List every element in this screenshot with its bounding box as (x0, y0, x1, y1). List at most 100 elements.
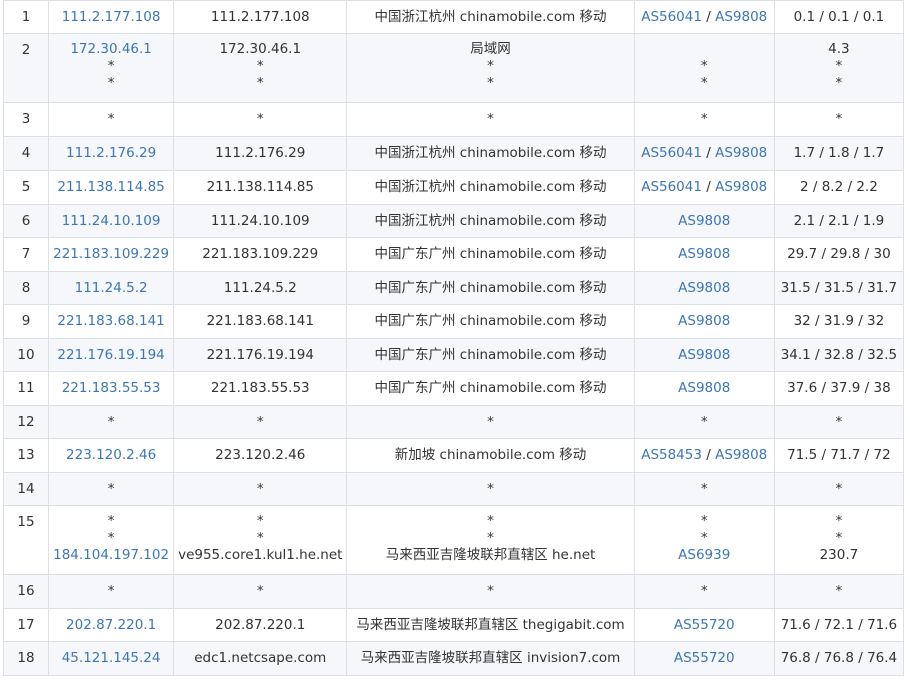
ip-link[interactable]: 184.104.197.102 (53, 547, 169, 563)
ip-line: * (49, 513, 173, 530)
ip-line: * (49, 75, 173, 92)
latency-line: 230.7 (775, 547, 903, 564)
asn-link[interactable]: AS56041 (641, 179, 702, 195)
ip-link[interactable]: 223.120.2.46 (66, 447, 156, 463)
table-row: 3 * * * * * (2, 102, 905, 137)
asn-line: AS58453 / AS9808 (635, 447, 774, 464)
asn-link[interactable]: AS9808 (678, 313, 730, 329)
location-cell: * (346, 405, 635, 439)
asn-placeholder: * (700, 583, 708, 599)
asn-cell: AS9808 (633, 204, 775, 238)
location-cell: * (346, 102, 635, 137)
location-cell: 中国广东广州 chinamobile.com 移动 (346, 371, 635, 406)
asn-link[interactable]: AS9808 (715, 179, 767, 195)
ip-cell: 211.138.114.85 (48, 170, 175, 205)
location-text: 马来西亚吉隆坡联邦直辖区 invision7.com (360, 650, 621, 666)
location-line: * (347, 513, 633, 530)
hostname-text: * (256, 58, 264, 74)
hostname-cell: * * ve955.core1.kul1.he.net (173, 505, 348, 575)
ip-link[interactable]: 221.176.19.194 (57, 347, 164, 363)
hostname-line: 221.183.109.229 (174, 246, 346, 263)
hostname-text: 221.183.109.229 (202, 246, 319, 262)
ip-link[interactable]: 221.183.68.141 (57, 313, 164, 329)
hop-number-cell: 15 (2, 505, 50, 575)
latency-text: 76.8 / 76.8 / 76.4 (780, 650, 898, 666)
latency-cell: 29.7 / 29.8 / 30 (773, 237, 905, 272)
hostname-line: * (174, 75, 346, 92)
asn-link[interactable]: AS58453 (641, 447, 702, 463)
hostname-text: 221.176.19.194 (206, 346, 314, 363)
latency-line: 29.7 / 29.8 / 30 (775, 246, 903, 263)
hop-number-cell: 8 (2, 271, 50, 305)
ip-link[interactable]: 111.2.176.29 (66, 145, 156, 161)
ip-line: 221.176.19.194 (49, 347, 173, 364)
latency-text: 230.7 (819, 547, 859, 563)
hop-number: 4 (21, 145, 31, 161)
latency-line: * (775, 530, 903, 547)
asn-cell: AS56041 / AS9808 (633, 170, 775, 205)
latency-line: * (775, 111, 903, 128)
asn-link[interactable]: AS9808 (678, 246, 730, 262)
ip-link[interactable]: 111.24.5.2 (75, 280, 148, 296)
asn-link[interactable]: AS9808 (678, 380, 730, 396)
hostname-line: * (174, 58, 346, 75)
table-row: 17 202.87.220.1 202.87.220.1 马来西亚吉隆坡联邦直辖区 t… (2, 608, 905, 642)
ip-link[interactable]: 45.121.145.24 (62, 650, 161, 666)
ip-cell: 172.30.46.1 * * (48, 33, 175, 103)
latency-cell: 1.7 / 1.8 / 1.7 (773, 136, 905, 171)
hop-number: 17 (17, 617, 35, 633)
hop-number-cell: 4 (2, 136, 50, 171)
location-line: 局域网 (347, 41, 633, 58)
asn-placeholder: * (700, 58, 708, 74)
ip-link[interactable]: 111.24.10.109 (62, 213, 161, 229)
asn-link[interactable]: AS55720 (674, 650, 735, 666)
location-cell: 中国广东广州 chinamobile.com 移动 (346, 338, 635, 372)
asn-cell: AS9808 (633, 371, 775, 406)
asn-line: * (635, 513, 774, 530)
hostname-cell: 211.138.114.85 (173, 170, 348, 205)
asn-link[interactable]: AS9808 (715, 9, 767, 25)
table-row: 1 111.2.177.108 111.2.177.108 中国浙江杭州 chinam… (2, 0, 905, 34)
ip-placeholder: * (107, 583, 115, 599)
latency-cell: 2.1 / 2.1 / 1.9 (773, 204, 905, 238)
hop-number: 2 (21, 42, 31, 58)
hostname-cell: 111.24.10.109 (173, 204, 348, 238)
asn-link[interactable]: AS55720 (674, 617, 735, 633)
asn-separator: / (701, 447, 716, 463)
latency-text: 34.1 / 32.8 / 32.5 (780, 346, 898, 363)
hop-number: 9 (21, 313, 31, 329)
latency-line: * (775, 481, 903, 498)
ip-cell: 202.87.220.1 (48, 608, 175, 642)
latency-cell: * (773, 405, 905, 439)
asn-link[interactable]: AS9808 (678, 347, 730, 363)
asn-line: * (635, 481, 774, 498)
hostname-cell: * (173, 574, 348, 609)
ip-link[interactable]: 202.87.220.1 (66, 617, 156, 633)
latency-line: 71.5 / 71.7 / 72 (775, 447, 903, 464)
asn-cell: * * AS6939 (633, 505, 775, 575)
hostname-text: ve955.core1.kul1.he.net (178, 547, 343, 563)
latency-cell: * (773, 574, 905, 609)
hostname-text: 221.183.55.53 (210, 380, 310, 396)
hop-number: 12 (17, 414, 35, 430)
location-cell: 局域网 * * (346, 33, 635, 103)
asn-cell: AS55720 (633, 608, 775, 642)
hostname-cell: 221.176.19.194 (173, 338, 348, 372)
asn-link[interactable]: AS9808 (715, 447, 767, 463)
asn-link[interactable]: AS56041 (641, 9, 702, 25)
ip-link[interactable]: 172.30.46.1 (70, 41, 152, 57)
table-row: 18 45.121.145.24 edc1.netcsape.com 马来西亚吉隆坡联… (2, 641, 905, 676)
ip-link[interactable]: 221.183.109.229 (53, 246, 169, 262)
ip-link[interactable]: 221.183.55.53 (62, 380, 161, 396)
ip-cell: 221.183.55.53 (48, 371, 175, 406)
hostname-text: * (256, 75, 264, 91)
hostname-line: * (174, 583, 346, 600)
table-row: 14 * * * * * (2, 472, 905, 506)
ip-link[interactable]: 111.2.177.108 (62, 9, 161, 25)
asn-link[interactable]: AS6939 (678, 547, 730, 563)
asn-link[interactable]: AS56041 (641, 145, 702, 161)
ip-link[interactable]: 211.138.114.85 (57, 179, 164, 195)
asn-link[interactable]: AS9808 (678, 213, 730, 229)
asn-link[interactable]: AS9808 (715, 145, 767, 161)
asn-link[interactable]: AS9808 (678, 280, 730, 296)
